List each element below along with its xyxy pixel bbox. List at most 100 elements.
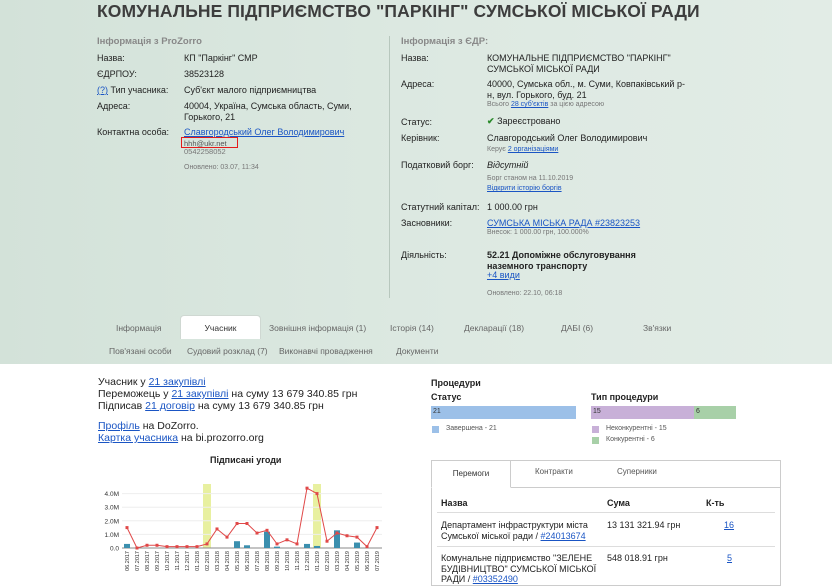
line-point: [325, 539, 329, 543]
status-bar: 21: [431, 406, 576, 419]
noncompetitive-bar: 15: [591, 406, 694, 419]
bar: [354, 542, 360, 548]
comp-legend-swatch: [592, 437, 599, 444]
prozorro-address-value: 40004, Україна, Сумська область, Суми, Г…: [184, 101, 352, 122]
status-legend: Завершена - 21: [446, 425, 497, 432]
y-tick-label: 2.0M: [105, 518, 119, 525]
line2-prefix: Переможець у: [98, 388, 172, 400]
participant-card-link[interactable]: Картка учасника: [98, 432, 178, 444]
tab-contracts[interactable]: Контракти: [535, 467, 573, 476]
line-point: [125, 526, 129, 530]
line-point: [135, 546, 139, 550]
line2-suffix: на суму 13 679 340.85 грн: [228, 388, 358, 400]
x-tick-label: 08.2018: [265, 551, 271, 571]
x-tick-label: 11.2018: [295, 551, 301, 570]
column-divider: [389, 36, 390, 298]
bar: [274, 546, 280, 548]
row2-count-link[interactable]: 5: [727, 553, 732, 564]
comp-legend: Конкурентні - 6: [606, 436, 655, 443]
tab-documents[interactable]: Документи: [396, 346, 438, 356]
col-sum: Сума: [607, 498, 630, 508]
founder-link[interactable]: СУМСЬКА МІСЬКА РАДА #23823253: [487, 218, 640, 229]
x-tick-label: 07.2017: [135, 551, 141, 571]
tab-connections[interactable]: Зв'язки: [643, 323, 671, 333]
line-point: [335, 531, 339, 535]
line-point: [285, 538, 289, 542]
head-note-prefix: Керує: [487, 146, 508, 153]
edr-activity-value: 52.21 Допоміжне обслуговування наземного…: [487, 250, 636, 271]
line-point: [275, 542, 279, 546]
line-point: [315, 492, 319, 496]
dozorro-profile-link[interactable]: Профіль: [98, 420, 140, 432]
line-point: [205, 542, 209, 546]
tab-wins[interactable]: Перемоги: [431, 460, 511, 488]
contact-person-link[interactable]: Славгородський Олег Володимирович: [184, 127, 344, 138]
x-tick-label: 04.2019: [345, 551, 351, 571]
status-bar-value: 21: [433, 408, 441, 415]
prozorro-name-label: Назва:: [97, 53, 125, 63]
row2-sum: 548 018.91 грн: [607, 553, 668, 563]
edr-founders-note: Внесок: 1 000.00 грн, 100.000%: [487, 229, 589, 236]
profile-line: Профіль на DoZorro.: [98, 420, 199, 432]
x-tick-label: 08.2017: [145, 551, 151, 571]
procedures-title: Процедури: [431, 378, 481, 388]
line-point: [155, 543, 159, 547]
same-address-link[interactable]: 28 суб'єктів: [511, 101, 548, 108]
x-tick-label: 10.2017: [165, 551, 171, 571]
line-point: [225, 535, 229, 539]
card-line: Картка учасника на bi.prozorro.org: [98, 432, 264, 444]
tab-history[interactable]: Історія (14): [390, 323, 434, 333]
head-orgs-link[interactable]: 2 організаціями: [508, 146, 559, 153]
col-name: Назва: [441, 498, 468, 508]
edr-status-label: Статус:: [401, 117, 432, 127]
tab-rivals[interactable]: Суперники: [617, 467, 657, 476]
noncomp-legend-swatch: [592, 426, 599, 433]
prozorro-updated: Оновлено: 03.07, 11:34: [184, 164, 259, 171]
tab-enforcement[interactable]: Виконавчі провадження: [279, 346, 373, 356]
status-legend-swatch: [432, 426, 439, 433]
prozorro-contact-label: Контактна особа:: [97, 127, 169, 137]
x-tick-label: 06.2017: [125, 551, 131, 571]
row2-id-link[interactable]: #03352490: [473, 574, 518, 584]
status-text: Зареєстровано: [497, 116, 561, 126]
y-tick-label: 0.0: [110, 546, 119, 553]
x-tick-label: 03.2018: [215, 551, 221, 571]
line-point: [175, 545, 179, 549]
signed-contracts-chart: 0.0 1.0M 2.0M 3.0M 4.0M 06.2017 07.2017 08.2017…: [105, 484, 382, 571]
x-tick-label: 11.2017: [175, 551, 181, 570]
row1-count-link[interactable]: 16: [724, 520, 734, 531]
tab-participant[interactable]: Учасник: [180, 315, 261, 339]
line-point: [305, 486, 309, 490]
line-point: [245, 522, 249, 526]
line-point: [235, 522, 239, 526]
prozorro-address-label: Адреса:: [97, 101, 131, 111]
y-tick-label: 3.0M: [105, 505, 119, 512]
check-icon: ✔: [487, 116, 495, 126]
tab-court-schedule[interactable]: Судовий розклад (7): [187, 346, 268, 356]
tab-external-info[interactable]: Зовнішня інформація (1): [269, 323, 366, 333]
x-tick-label: 02.2018: [205, 551, 211, 571]
x-tick-label: 03.2019: [335, 551, 341, 571]
email-highlight-box: [181, 137, 238, 148]
edr-heading: Інформація з ЄДР:: [401, 36, 489, 47]
tab-declarations[interactable]: Декларації (18): [464, 323, 524, 333]
tab-info[interactable]: Інформація: [116, 323, 161, 333]
winner-tenders-link[interactable]: 21 закупівлі: [171, 388, 228, 400]
contracts-link[interactable]: 21 договір: [145, 400, 195, 412]
x-tick-label: 06.2019: [365, 551, 371, 571]
activity-more-link[interactable]: +4 види: [487, 270, 520, 281]
line-point: [165, 545, 169, 549]
type-help-link[interactable]: (?): [97, 85, 108, 95]
edr-debt-note: Борг станом на 11.10.2019: [487, 175, 574, 182]
tab-related-persons[interactable]: Пов'язані особи: [109, 346, 172, 356]
edr-founders-label: Засновники:: [401, 218, 453, 228]
tab-dabi[interactable]: ДАБІ (6): [561, 323, 593, 333]
row1-id-link[interactable]: #24013674: [541, 531, 586, 541]
bar: [314, 545, 320, 548]
edr-activity-label: Діяльність:: [401, 250, 447, 260]
line-point: [295, 542, 299, 546]
line-point: [145, 543, 149, 547]
participant-tenders-link[interactable]: 21 закупівлі: [149, 376, 206, 388]
edr-capital-value: 1 000.00 грн: [487, 202, 538, 212]
debt-history-link[interactable]: Відкрити історію боргів: [487, 185, 562, 192]
